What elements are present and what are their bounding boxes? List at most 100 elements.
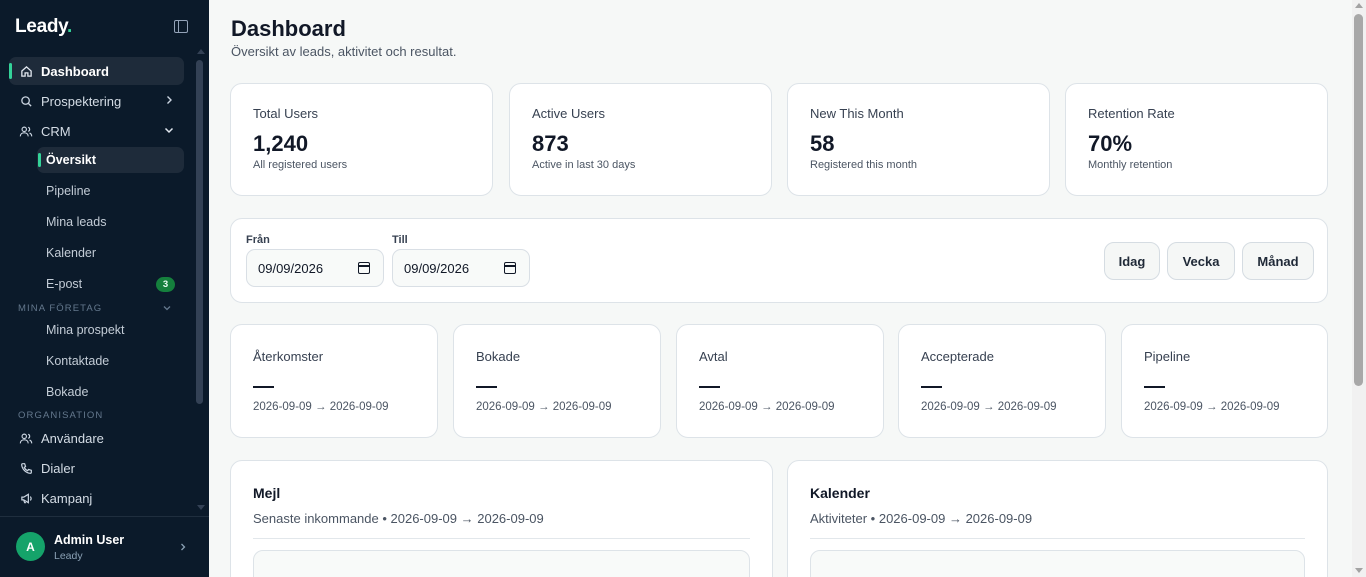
brand-name: Leady: [15, 16, 68, 37]
kpi-card-aterkomster: Återkomster 2026-09-09 → 2026-09-09: [230, 324, 438, 438]
stat-value: 58: [810, 131, 835, 156]
kpi-label: Återkomster: [253, 349, 324, 364]
panel-subtitle: Senaste inkommande • 2026-09-09 → 2026-0…: [253, 511, 544, 526]
week-button[interactable]: Vecka: [1167, 242, 1235, 280]
sidebar-item-prospektering[interactable]: Prospektering: [9, 87, 184, 115]
sidebar-subitem-oversikt[interactable]: Översikt: [37, 147, 184, 173]
stat-value: 873: [532, 131, 569, 156]
page-scroll-down-icon[interactable]: [1355, 568, 1363, 573]
page-scrollbar-thumb[interactable]: [1354, 14, 1363, 386]
stat-label: Retention Rate: [1088, 106, 1175, 121]
main-content: Dashboard Översikt av leads, aktivitet o…: [209, 0, 1352, 577]
stat-caption: All registered users: [253, 159, 348, 171]
sidebar-item-label: Kontaktade: [46, 354, 110, 368]
stat-caption: Monthly retention: [1088, 159, 1173, 171]
calendar-icon[interactable]: [504, 262, 516, 274]
sidebar-item-label: CRM: [41, 123, 71, 139]
sidebar: Leady. Dashboard Prospektering CRM Övers…: [0, 0, 209, 577]
section-label-mina-foretag: Mina företag: [18, 303, 103, 314]
sidebar-item-dashboard[interactable]: Dashboard: [9, 57, 184, 85]
stat-label: Active Users: [532, 106, 605, 121]
kpi-date-range: 2026-09-09 → 2026-09-09: [921, 401, 1057, 413]
stat-card-new-this-month: New This Month 58 Registered this month: [787, 83, 1050, 196]
stat-card-total-users: Total Users 1,240 All registered users: [230, 83, 493, 196]
sidebar-item-label: Bokade: [46, 385, 89, 399]
sidebar-item-label: Dialer: [41, 460, 75, 476]
kpi-card-bokade: Bokade 2026-09-09 → 2026-09-09: [453, 324, 661, 438]
sidebar-item-crm[interactable]: CRM: [9, 117, 184, 145]
sidebar-toggle-icon[interactable]: [174, 20, 188, 33]
page-title: Dashboard: [231, 16, 346, 41]
sidebar-item-dialer[interactable]: Dialer: [9, 454, 184, 482]
panel-title: Kalender: [810, 485, 870, 501]
sidebar-subitem-mina-prospekt[interactable]: Mina prospekt: [37, 317, 184, 343]
sidebar-item-label: Översikt: [46, 153, 97, 167]
user-menu[interactable]: A Admin User Leady: [0, 516, 209, 577]
users-icon: [19, 124, 33, 138]
kpi-value-empty: [476, 386, 497, 388]
sidebar-scrollbar[interactable]: [196, 60, 203, 404]
kpi-card-avtal: Avtal 2026-09-09 → 2026-09-09: [676, 324, 884, 438]
to-date-input[interactable]: 09/09/2026: [392, 249, 530, 287]
home-icon: [19, 64, 33, 78]
kpi-card-accepterade: Accepterade 2026-09-09 → 2026-09-09: [898, 324, 1106, 438]
mail-panel: Mejl Senaste inkommande • 2026-09-09 → 2…: [230, 460, 773, 577]
stat-label: New This Month: [810, 106, 904, 121]
to-date-label: Till: [392, 234, 408, 246]
kpi-date-range: 2026-09-09 → 2026-09-09: [1144, 401, 1280, 413]
sidebar-item-label: Kalender: [46, 246, 97, 260]
calendar-list-item[interactable]: [810, 550, 1305, 577]
sidebar-subitem-pipeline[interactable]: Pipeline: [37, 178, 184, 204]
kpi-date-range: 2026-09-09 → 2026-09-09: [699, 401, 835, 413]
calendar-icon[interactable]: [358, 262, 370, 274]
sidebar-item-label: E-post: [46, 277, 83, 291]
kpi-date-range: 2026-09-09 → 2026-09-09: [476, 401, 612, 413]
sidebar-item-kampanj[interactable]: Kampanj: [9, 484, 184, 512]
sidebar-scroll-up-icon[interactable]: [197, 49, 205, 54]
sidebar-item-label: Användare: [41, 430, 104, 446]
date-filter-bar: Från 09/09/2026 Till 09/09/2026 Idag Vec…: [230, 218, 1328, 303]
sidebar-subitem-e-post[interactable]: E-post 3: [37, 271, 184, 297]
stat-caption: Active in last 30 days: [532, 159, 636, 171]
from-date-value: 09/09/2026: [258, 260, 324, 276]
brand-logo[interactable]: Leady.: [15, 16, 72, 38]
sidebar-scroll-down-icon[interactable]: [197, 505, 205, 510]
from-date-input[interactable]: 09/09/2026: [246, 249, 384, 287]
search-icon: [19, 94, 33, 108]
page-subtitle: Översikt av leads, aktivitet och resulta…: [231, 44, 457, 59]
sidebar-subitem-kalender[interactable]: Kalender: [37, 240, 184, 266]
kpi-label: Avtal: [699, 349, 728, 364]
kpi-date-range: 2026-09-09 → 2026-09-09: [253, 401, 389, 413]
sidebar-item-label: Kampanj: [41, 490, 93, 506]
chevron-down-icon[interactable]: [162, 303, 172, 313]
megaphone-icon: [19, 491, 33, 505]
from-date-label: Från: [246, 234, 270, 246]
sidebar-subitem-bokade[interactable]: Bokade: [37, 379, 184, 405]
chevron-down-icon: [164, 127, 174, 134]
kpi-label: Pipeline: [1144, 349, 1191, 364]
user-role: Leady: [54, 550, 83, 562]
stat-card-retention-rate: Retention Rate 70% Monthly retention: [1065, 83, 1328, 196]
sidebar-item-label: Mina prospekt: [46, 323, 125, 337]
sidebar-subitem-mina-leads[interactable]: Mina leads: [37, 209, 184, 235]
month-button[interactable]: Månad: [1242, 242, 1314, 280]
avatar: A: [16, 532, 45, 561]
sidebar-subitem-kontaktade[interactable]: Kontaktade: [37, 348, 184, 374]
users-icon: [19, 431, 33, 445]
stat-card-active-users: Active Users 873 Active in last 30 days: [509, 83, 772, 196]
sidebar-item-label: Mina leads: [46, 215, 107, 229]
brand-dot: .: [67, 16, 72, 37]
section-label-organisation: Organisation: [18, 410, 104, 421]
sidebar-item-anvandare[interactable]: Användare: [9, 424, 184, 452]
kpi-label: Accepterade: [921, 349, 994, 364]
today-button[interactable]: Idag: [1104, 242, 1160, 280]
kpi-value-empty: [253, 386, 274, 388]
calendar-panel: Kalender Aktiviteter • 2026-09-09 → 2026…: [787, 460, 1328, 577]
mail-list-item[interactable]: [253, 550, 750, 577]
to-date-value: 09/09/2026: [404, 260, 470, 276]
chevron-right-icon: [167, 96, 172, 104]
panel-subtitle: Aktiviteter • 2026-09-09 → 2026-09-09: [810, 511, 1033, 526]
kpi-card-pipeline: Pipeline 2026-09-09 → 2026-09-09: [1121, 324, 1328, 438]
page-scroll-up-icon[interactable]: [1355, 3, 1363, 8]
user-name: Admin User: [54, 533, 125, 547]
